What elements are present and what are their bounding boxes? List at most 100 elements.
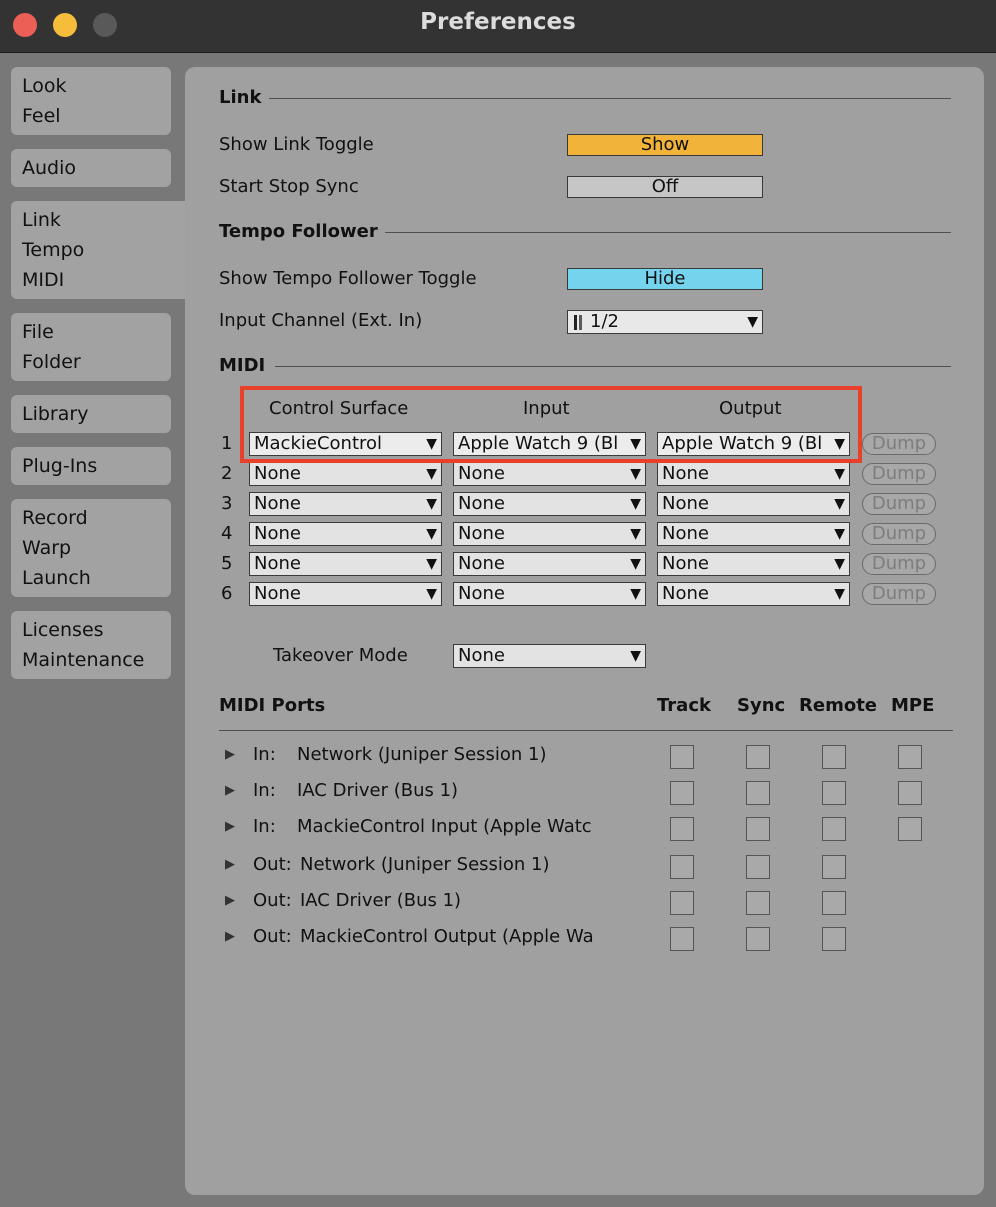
takeover-mode-dropdown[interactable]: None ▼ [453,644,646,668]
title-bar: Preferences [0,0,996,53]
dropdown-arrow-icon: ▼ [834,466,845,482]
sidebar-item-library[interactable]: Library [11,395,171,433]
port-direction: In: [253,780,276,801]
dump-button[interactable]: Dump [862,523,936,545]
midi-output-dropdown[interactable]: None ▼ [657,522,850,546]
input-channel-value: 1/2 [590,311,619,332]
port-name: MackieControl Input (Apple Watc [297,816,592,837]
remote-checkbox[interactable] [822,855,846,879]
midi-output-dropdown[interactable]: None ▼ [657,462,850,486]
sidebar-item-label: Tempo [22,239,85,261]
remote-col-header: Remote [799,695,878,716]
sidebar-item-audio[interactable]: Audio [11,149,171,187]
sync-checkbox[interactable] [746,891,770,915]
port-direction: In: [253,816,276,837]
control-surface-dropdown[interactable]: None ▼ [249,522,442,546]
track-checkbox[interactable] [670,855,694,879]
sidebar-item-label: Folder [22,351,81,373]
midi-ports-heading: MIDI Ports [219,695,326,716]
disclosure-triangle-icon[interactable]: ▶ [225,857,235,872]
track-checkbox[interactable] [670,817,694,841]
control-surface-dropdown[interactable]: None ▼ [249,582,442,606]
track-checkbox[interactable] [670,927,694,951]
control-surface-dropdown[interactable]: None ▼ [249,492,442,516]
port-direction: Out: [253,854,292,875]
show-tempo-follower-label: Show Tempo Follower Toggle [219,268,477,289]
mpe-col-header: MPE [891,695,935,716]
sidebar-item-label: Audio [22,157,77,179]
sidebar-item-label: Warp [22,537,72,559]
port-direction: In: [253,744,276,765]
midi-input-dropdown-value: None [458,583,505,604]
midi-output-dropdown-value: None [662,493,709,514]
sync-checkbox[interactable] [746,817,770,841]
remote-checkbox[interactable] [822,927,846,951]
dump-button[interactable]: Dump [862,493,936,515]
mpe-checkbox[interactable] [898,781,922,805]
midi-row-number: 4 [221,523,233,544]
mpe-checkbox[interactable] [898,817,922,841]
dropdown-arrow-icon: ▼ [630,648,641,664]
show-link-toggle-button[interactable]: Show [567,134,763,156]
dropdown-arrow-icon: ▼ [426,586,437,602]
remote-checkbox[interactable] [822,817,846,841]
mpe-checkbox[interactable] [898,745,922,769]
track-checkbox[interactable] [670,781,694,805]
track-checkbox[interactable] [670,891,694,915]
remote-checkbox[interactable] [822,891,846,915]
midi-output-dropdown[interactable]: None ▼ [657,552,850,576]
control-surface-dropdown-value: None [254,493,301,514]
control-surface-dropdown-value: None [254,523,301,544]
sync-checkbox[interactable] [746,781,770,805]
midi-input-dropdown[interactable]: None ▼ [453,462,646,486]
start-stop-sync-button[interactable]: Off [567,176,763,198]
midi-output-dropdown[interactable]: None ▼ [657,492,850,516]
sidebar-item-plug-ins[interactable]: Plug-Ins [11,447,171,485]
midi-input-dropdown[interactable]: None ▼ [453,582,646,606]
port-name: Network (Juniper Session 1) [297,744,547,765]
sidebar-item-file-folder[interactable]: File Folder [11,313,171,381]
dropdown-arrow-icon: ▼ [834,556,845,572]
track-checkbox[interactable] [670,745,694,769]
midi-input-dropdown[interactable]: None ▼ [453,552,646,576]
disclosure-triangle-icon[interactable]: ▶ [225,893,235,908]
dump-button[interactable]: Dump [862,463,936,485]
control-surface-dropdown[interactable]: None ▼ [249,552,442,576]
sync-checkbox[interactable] [746,927,770,951]
dump-button[interactable]: Dump [862,433,936,455]
sidebar-item-label: File [22,321,54,343]
disclosure-triangle-icon[interactable]: ▶ [225,819,235,834]
control-surface-dropdown-value: None [254,583,301,604]
dropdown-arrow-icon: ▼ [426,526,437,542]
disclosure-triangle-icon[interactable]: ▶ [225,747,235,762]
dropdown-arrow-icon: ▼ [630,526,641,542]
input-channel-dropdown[interactable]: 1/2 ▼ [567,310,763,334]
dump-button[interactable]: Dump [862,553,936,575]
sync-col-header: Sync [737,695,786,716]
input-channel-label: Input Channel (Ext. In) [219,310,423,331]
remote-checkbox[interactable] [822,745,846,769]
disclosure-triangle-icon[interactable]: ▶ [225,783,235,798]
sync-checkbox[interactable] [746,745,770,769]
start-stop-sync-label: Start Stop Sync [219,176,359,197]
show-tempo-follower-button[interactable]: Hide [567,268,763,290]
midi-input-dropdown[interactable]: None ▼ [453,492,646,516]
sidebar-item-label: Plug-Ins [22,455,98,477]
midi-input-dropdown[interactable]: None ▼ [453,522,646,546]
midi-output-dropdown[interactable]: None ▼ [657,582,850,606]
disclosure-triangle-icon[interactable]: ▶ [225,929,235,944]
control-surface-dropdown[interactable]: None ▼ [249,462,442,486]
sidebar-item-record-warp-launch[interactable]: Record Warp Launch [11,499,171,597]
midi-input-dropdown-value: None [458,463,505,484]
takeover-mode-label: Takeover Mode [273,645,408,666]
sidebar-item-licenses-maintenance[interactable]: Licenses Maintenance [11,611,171,679]
dropdown-arrow-icon: ▼ [630,466,641,482]
dump-button[interactable]: Dump [862,583,936,605]
dropdown-arrow-icon: ▼ [834,496,845,512]
sidebar-item-look-feel[interactable]: Look Feel [11,67,171,135]
sync-checkbox[interactable] [746,855,770,879]
remote-checkbox[interactable] [822,781,846,805]
port-name: Network (Juniper Session 1) [300,854,550,875]
link-divider [269,98,951,99]
sidebar-item-link-tempo-midi[interactable]: Link Tempo MIDI [11,201,186,299]
